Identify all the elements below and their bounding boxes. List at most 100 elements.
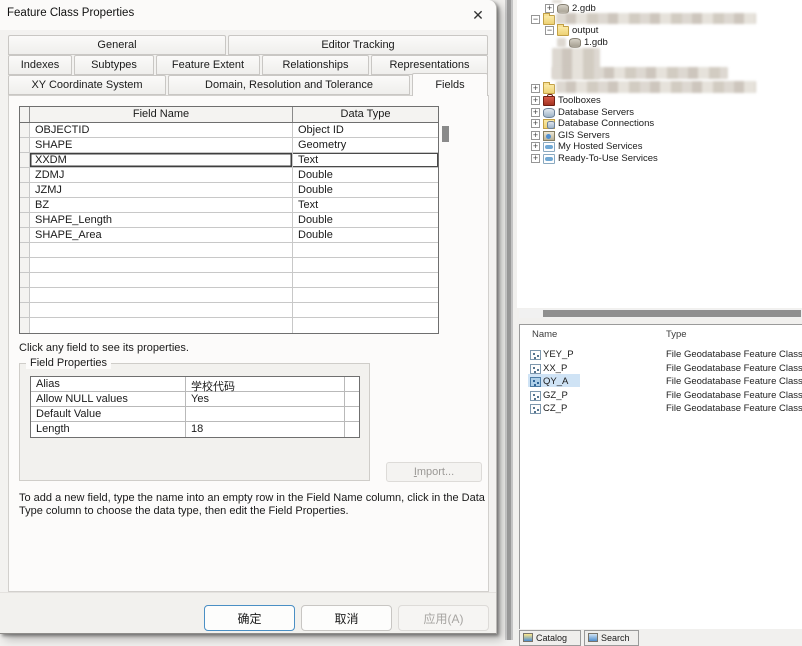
property-value[interactable] <box>186 407 345 421</box>
tab-fields[interactable]: Fields <box>412 73 488 96</box>
tab-catalog[interactable]: Catalog <box>519 630 581 646</box>
field-name-cell[interactable]: SHAPE_Area <box>30 228 293 242</box>
collapse-minus-icon[interactable]: − <box>531 15 540 24</box>
scrollbar-thumb[interactable] <box>543 310 801 317</box>
item-type: File Geodatabase Feature Class <box>666 349 802 360</box>
property-label: Length <box>31 422 186 437</box>
field-row-zdmj[interactable]: ZDMJ Double <box>20 168 438 183</box>
field-row-bz[interactable]: BZ Text <box>20 198 438 213</box>
data-type-cell[interactable]: Double <box>293 183 438 197</box>
field-row-empty[interactable] <box>20 273 438 288</box>
expand-plus-icon[interactable]: + <box>531 142 540 151</box>
row-selector[interactable] <box>20 123 30 137</box>
field-name-cell[interactable]: SHAPE_Length <box>30 213 293 227</box>
row-selector[interactable] <box>20 153 30 167</box>
row-selector[interactable] <box>20 198 30 212</box>
field-name-cell[interactable]: XXDM <box>30 153 293 167</box>
field-row-xxdm-selected[interactable]: XXDM Text <box>20 153 438 168</box>
close-icon[interactable]: ✕ <box>466 5 490 25</box>
row-selector[interactable] <box>20 213 30 227</box>
data-type-cell[interactable]: Text <box>293 153 438 167</box>
list-item-qy-a[interactable]: QY_A File Geodatabase Feature Class <box>520 374 802 388</box>
hint-text: Click any field to see its properties. <box>19 342 189 354</box>
tree-item-redacted[interactable]: + <box>531 81 558 94</box>
tree-horizontal-scrollbar[interactable] <box>519 309 802 318</box>
row-selector[interactable] <box>20 183 30 197</box>
expand-plus-icon[interactable]: + <box>531 108 540 117</box>
tree-item-toolboxes[interactable]: + Toolboxes <box>531 93 601 106</box>
tree-item-gis-servers[interactable]: + GIS Servers <box>531 130 610 141</box>
field-row-shape-length[interactable]: SHAPE_Length Double <box>20 213 438 228</box>
expand-plus-icon[interactable]: + <box>531 119 540 128</box>
data-type-cell[interactable]: Double <box>293 228 438 242</box>
field-row-empty[interactable] <box>20 303 438 318</box>
database-server-icon <box>543 107 555 118</box>
data-type-cell[interactable]: Double <box>293 168 438 182</box>
list-item-yey-p[interactable]: YEY_P File Geodatabase Feature Class <box>520 348 802 361</box>
field-row-empty[interactable] <box>20 288 438 303</box>
tree-item-output[interactable]: − output <box>545 23 598 36</box>
data-type-cell[interactable]: Double <box>293 213 438 227</box>
tab-subtypes[interactable]: Subtypes <box>74 55 154 75</box>
field-name-cell[interactable]: OBJECTID <box>30 123 293 137</box>
expand-plus-icon[interactable]: + <box>531 84 540 93</box>
tree-item-label: GIS Servers <box>558 130 610 141</box>
tab-indexes[interactable]: Indexes <box>8 55 72 75</box>
tree-item-database-servers[interactable]: + Database Servers <box>531 107 634 118</box>
field-name-cell[interactable]: ZDMJ <box>30 168 293 182</box>
table-scrollbar-thumb[interactable] <box>442 126 449 142</box>
property-value[interactable]: Yes <box>186 392 345 406</box>
import-button[interactable]: Import... <box>386 462 482 482</box>
property-row-allow-null[interactable]: Allow NULL values Yes <box>31 392 359 407</box>
property-row-alias[interactable]: Alias 学校代码 <box>31 377 359 393</box>
apply-button[interactable]: 应用(A) <box>398 605 489 631</box>
data-type-cell[interactable]: Geometry <box>293 138 438 152</box>
tab-relationships[interactable]: Relationships <box>262 55 369 75</box>
data-type-column-header[interactable]: Data Type <box>293 107 438 122</box>
expand-plus-icon[interactable]: + <box>531 131 540 140</box>
tab-domain-resolution-tolerance[interactable]: Domain, Resolution and Tolerance <box>168 75 410 95</box>
field-name-column-header[interactable]: Field Name <box>30 107 293 122</box>
polygon-feature-class-icon <box>530 376 541 387</box>
field-row-shape[interactable]: SHAPE Geometry <box>20 138 438 153</box>
field-name-cell[interactable]: JZMJ <box>30 183 293 197</box>
field-row-empty[interactable] <box>20 243 438 258</box>
list-item-gz-p[interactable]: GZ_P File Geodatabase Feature Class <box>520 389 802 402</box>
field-name-cell[interactable]: SHAPE <box>30 138 293 152</box>
property-value[interactable]: 18 <box>186 422 345 437</box>
ok-button[interactable]: 确定 <box>204 605 295 631</box>
expand-plus-icon[interactable]: + <box>531 154 540 163</box>
tab-feature-extent[interactable]: Feature Extent <box>156 55 260 75</box>
field-row-shape-area[interactable]: SHAPE_Area Double <box>20 228 438 243</box>
field-name-cell[interactable]: BZ <box>30 198 293 212</box>
property-row-length[interactable]: Length 18 <box>31 422 359 437</box>
row-selector[interactable] <box>20 228 30 242</box>
tree-item-database-connections[interactable]: + Database Connections <box>531 118 654 129</box>
tab-representations[interactable]: Representations <box>371 55 488 75</box>
tab-search[interactable]: Search <box>584 630 639 646</box>
tab-xy-coordinate-system[interactable]: XY Coordinate System <box>8 75 166 95</box>
expand-plus-icon[interactable]: + <box>531 96 540 105</box>
tree-item-1gdb[interactable]: 1.gdb <box>557 37 608 48</box>
tab-editor-tracking[interactable]: Editor Tracking <box>228 35 488 55</box>
tab-general[interactable]: General <box>8 35 226 55</box>
property-row-default-value[interactable]: Default Value <box>31 407 359 422</box>
panel-splitter[interactable] <box>505 0 513 640</box>
field-row-empty[interactable] <box>20 318 438 333</box>
list-item-cz-p[interactable]: CZ_P File Geodatabase Feature Class <box>520 402 802 415</box>
field-row-objectid[interactable]: OBJECTID Object ID <box>20 123 438 138</box>
field-row-empty[interactable] <box>20 258 438 273</box>
column-header-name[interactable]: Name <box>532 329 557 340</box>
tree-item-ready-to-use-services[interactable]: + Ready-To-Use Services <box>531 153 658 164</box>
column-header-type[interactable]: Type <box>666 329 687 340</box>
property-value[interactable]: 学校代码 <box>186 377 345 393</box>
row-selector[interactable] <box>20 138 30 152</box>
collapse-minus-icon[interactable]: − <box>545 26 554 35</box>
cancel-button[interactable]: 取消 <box>301 605 392 631</box>
row-selector[interactable] <box>20 168 30 182</box>
field-row-jzmj[interactable]: JZMJ Double <box>20 183 438 198</box>
tree-item-redacted-folder[interactable]: − <box>531 12 558 25</box>
data-type-cell[interactable]: Text <box>293 198 438 212</box>
data-type-cell[interactable]: Object ID <box>293 123 438 137</box>
tree-item-my-hosted-services[interactable]: + My Hosted Services <box>531 141 642 152</box>
